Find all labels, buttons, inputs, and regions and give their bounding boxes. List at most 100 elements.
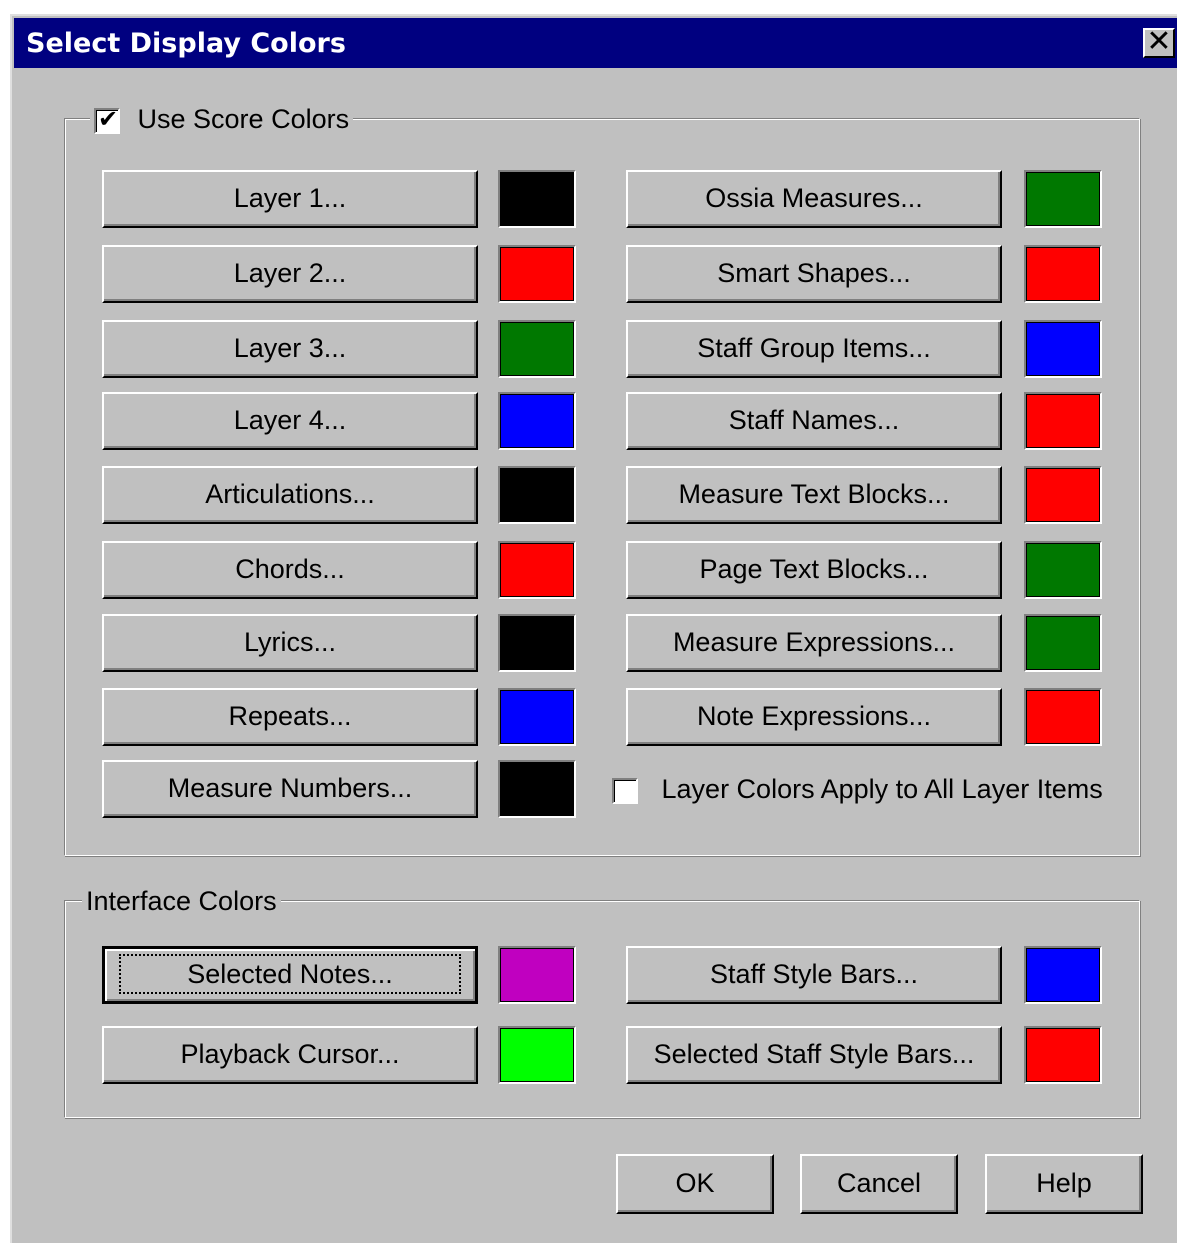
- repeats-color-fill: [500, 690, 574, 744]
- note-expressions-button[interactable]: Note Expressions...: [626, 688, 1002, 746]
- chords-button-label: Chords...: [235, 554, 345, 584]
- ossia-measures-button[interactable]: Ossia Measures...: [626, 170, 1002, 228]
- ossia-measures-button-label: Ossia Measures...: [705, 183, 923, 213]
- measure-expressions-button-label: Measure Expressions...: [672, 627, 956, 657]
- layer-1-color-fill: [500, 172, 574, 226]
- layer-4-button-label: Layer 4...: [233, 405, 347, 435]
- staff-style-bars-color-swatch[interactable]: [1024, 946, 1102, 1004]
- selected-notes-color-swatch[interactable]: [498, 946, 576, 1004]
- layer-2-button-label: Layer 2...: [233, 258, 347, 288]
- ok-button[interactable]: OK: [616, 1154, 774, 1214]
- use-score-colors-checkbox[interactable]: ✔: [94, 105, 120, 134]
- page-text-blocks-button-label: Page Text Blocks...: [699, 554, 929, 584]
- layer-1-button[interactable]: Layer 1...: [102, 170, 478, 228]
- selected-notes-button[interactable]: Selected Notes...: [102, 946, 478, 1004]
- page-text-blocks-color-fill: [1026, 543, 1100, 597]
- ossia-measures-color-fill: [1026, 172, 1100, 226]
- title-bar: Select Display Colors ✕: [14, 18, 1177, 68]
- playback-cursor-button[interactable]: Playback Cursor...: [102, 1026, 478, 1084]
- staff-group-items-button-label: Staff Group Items...: [697, 333, 931, 363]
- repeats-button[interactable]: Repeats...: [102, 688, 478, 746]
- staff-group-items-color-swatch[interactable]: [1024, 320, 1102, 378]
- articulations-button[interactable]: Articulations...: [102, 466, 478, 524]
- layer-2-button[interactable]: Layer 2...: [102, 245, 478, 303]
- lyrics-button[interactable]: Lyrics...: [102, 614, 478, 672]
- check-icon: ✔: [98, 105, 119, 133]
- measure-text-blocks-button[interactable]: Measure Text Blocks...: [626, 466, 1002, 524]
- measure-numbers-button[interactable]: Measure Numbers...: [102, 760, 478, 818]
- measure-numbers-button-label: Measure Numbers...: [167, 773, 413, 803]
- selected-staff-style-bars-color-swatch[interactable]: [1024, 1026, 1102, 1084]
- layer-1-button-label: Layer 1...: [233, 183, 347, 213]
- smart-shapes-button[interactable]: Smart Shapes...: [626, 245, 1002, 303]
- smart-shapes-color-swatch[interactable]: [1024, 245, 1102, 303]
- staff-names-color-fill: [1026, 394, 1100, 448]
- page-text-blocks-button[interactable]: Page Text Blocks...: [626, 541, 1002, 599]
- layer-3-color-swatch[interactable]: [498, 320, 576, 378]
- staff-names-button[interactable]: Staff Names...: [626, 392, 1002, 450]
- layer-4-color-fill: [500, 394, 574, 448]
- smart-shapes-button-label: Smart Shapes...: [717, 258, 911, 288]
- staff-style-bars-color-fill: [1026, 948, 1100, 1002]
- layer-3-button[interactable]: Layer 3...: [102, 320, 478, 378]
- chords-button[interactable]: Chords...: [102, 541, 478, 599]
- repeats-button-label: Repeats...: [228, 701, 352, 731]
- ok-button-label: OK: [675, 1168, 715, 1198]
- selected-staff-style-bars-color-fill: [1026, 1028, 1100, 1082]
- chords-color-swatch[interactable]: [498, 541, 576, 599]
- select-display-colors-dialog: Select Display Colors ✕ ✔ Use Score Colo…: [10, 14, 1177, 1243]
- articulations-color-fill: [500, 468, 574, 522]
- smart-shapes-color-fill: [1026, 247, 1100, 301]
- page-text-blocks-color-swatch[interactable]: [1024, 541, 1102, 599]
- articulations-color-swatch[interactable]: [498, 466, 576, 524]
- layer-colors-apply-row[interactable]: Layer Colors Apply to All Layer Items: [612, 774, 1103, 805]
- selected-staff-style-bars-button[interactable]: Selected Staff Style Bars...: [626, 1026, 1002, 1084]
- articulations-button-label: Articulations...: [205, 479, 375, 509]
- staff-style-bars-button[interactable]: Staff Style Bars...: [626, 946, 1002, 1004]
- measure-text-blocks-button-label: Measure Text Blocks...: [678, 479, 950, 509]
- note-expressions-button-label: Note Expressions...: [696, 701, 932, 731]
- close-icon: ✕: [1146, 24, 1172, 59]
- layer-4-color-swatch[interactable]: [498, 392, 576, 450]
- cancel-button-label: Cancel: [836, 1168, 922, 1198]
- use-score-colors-checkbox-row[interactable]: ✔ Use Score Colors: [90, 102, 354, 136]
- lyrics-color-fill: [500, 616, 574, 670]
- staff-names-color-swatch[interactable]: [1024, 392, 1102, 450]
- interface-colors-legend: Interface Colors: [82, 884, 281, 918]
- staff-names-button-label: Staff Names...: [728, 405, 900, 435]
- playback-cursor-color-fill: [500, 1028, 574, 1082]
- ossia-measures-color-swatch[interactable]: [1024, 170, 1102, 228]
- interface-colors-group: [64, 900, 1140, 1118]
- layer-2-color-fill: [500, 247, 574, 301]
- measure-text-blocks-color-fill: [1026, 468, 1100, 522]
- lyrics-color-swatch[interactable]: [498, 614, 576, 672]
- use-score-colors-label: Use Score Colors: [137, 104, 350, 134]
- measure-expressions-color-swatch[interactable]: [1024, 614, 1102, 672]
- help-button[interactable]: Help: [985, 1154, 1143, 1214]
- staff-group-items-button[interactable]: Staff Group Items...: [626, 320, 1002, 378]
- lyrics-button-label: Lyrics...: [243, 627, 336, 657]
- playback-cursor-button-label: Playback Cursor...: [180, 1039, 400, 1069]
- measure-numbers-color-swatch[interactable]: [498, 760, 576, 818]
- chords-color-fill: [500, 543, 574, 597]
- repeats-color-swatch[interactable]: [498, 688, 576, 746]
- staff-group-items-color-fill: [1026, 322, 1100, 376]
- layer-colors-apply-label: Layer Colors Apply to All Layer Items: [661, 774, 1103, 804]
- cancel-button[interactable]: Cancel: [800, 1154, 958, 1214]
- help-button-label: Help: [1036, 1168, 1092, 1198]
- measure-text-blocks-color-swatch[interactable]: [1024, 466, 1102, 524]
- layer-colors-apply-checkbox[interactable]: [612, 777, 638, 804]
- selected-notes-color-fill: [500, 948, 574, 1002]
- measure-expressions-button[interactable]: Measure Expressions...: [626, 614, 1002, 672]
- measure-expressions-color-fill: [1026, 616, 1100, 670]
- selected-staff-style-bars-button-label: Selected Staff Style Bars...: [653, 1039, 975, 1069]
- layer-4-button[interactable]: Layer 4...: [102, 392, 478, 450]
- layer-1-color-swatch[interactable]: [498, 170, 576, 228]
- playback-cursor-color-swatch[interactable]: [498, 1026, 576, 1084]
- layer-2-color-swatch[interactable]: [498, 245, 576, 303]
- layer-3-button-label: Layer 3...: [233, 333, 347, 363]
- layer-3-color-fill: [500, 322, 574, 376]
- close-button[interactable]: ✕: [1143, 27, 1175, 58]
- note-expressions-color-swatch[interactable]: [1024, 688, 1102, 746]
- staff-style-bars-button-label: Staff Style Bars...: [709, 959, 919, 989]
